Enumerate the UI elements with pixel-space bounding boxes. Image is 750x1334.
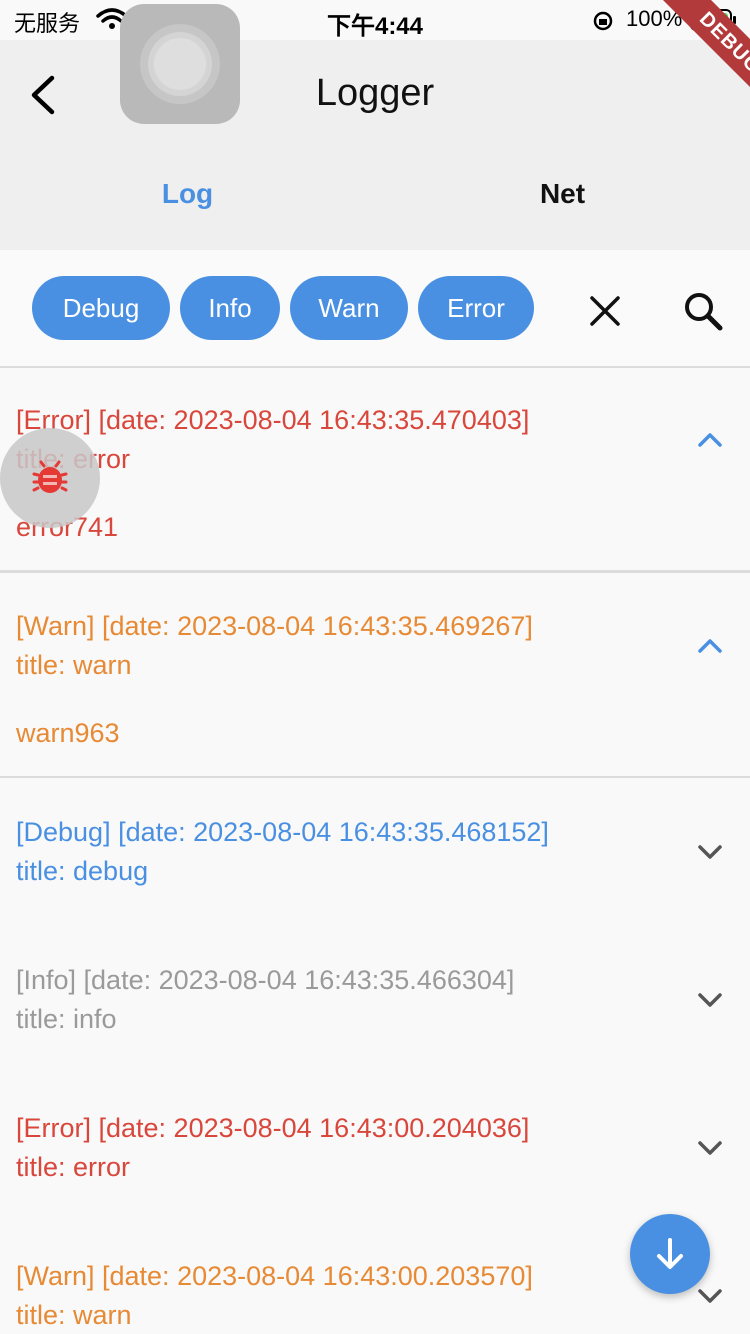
page-title: Logger bbox=[315, 72, 435, 114]
log-entry[interactable]: [Info] [date: 2023-08-04 16:43:35.466304… bbox=[0, 960, 750, 1060]
chevron-down-icon[interactable] bbox=[692, 1278, 728, 1314]
log-header: [Error] [date: 2023-08-04 16:43:35.47040… bbox=[16, 405, 530, 435]
log-header: [Debug] [date: 2023-08-04 16:43:35.46815… bbox=[16, 817, 549, 847]
scroll-to-bottom-button[interactable] bbox=[630, 1214, 710, 1294]
filter-chip-debug[interactable]: Debug bbox=[32, 276, 170, 340]
orientation-lock-icon bbox=[593, 11, 613, 31]
status-bar: 无服务 下午4:44 100% bbox=[0, 0, 750, 40]
log-header: [Warn] [date: 2023-08-04 16:43:35.469267… bbox=[16, 611, 533, 641]
tab-net[interactable]: Net bbox=[375, 178, 750, 210]
divider bbox=[0, 570, 750, 573]
debug-overlay-button[interactable] bbox=[0, 428, 100, 528]
app-bar: Logger Log Net bbox=[0, 40, 750, 250]
filter-bar: Debug Info Warn Error bbox=[0, 250, 750, 368]
assistive-ring-inner bbox=[154, 38, 206, 90]
log-entry[interactable]: [Warn] [date: 2023-08-04 16:43:35.469267… bbox=[0, 606, 750, 776]
log-header: [Error] [date: 2023-08-04 16:43:00.20403… bbox=[16, 1113, 530, 1143]
log-header: [Info] [date: 2023-08-04 16:43:35.466304… bbox=[16, 965, 515, 995]
log-title: title: error bbox=[16, 1152, 131, 1182]
tab-log[interactable]: Log bbox=[0, 178, 375, 210]
chevron-down-icon[interactable] bbox=[692, 834, 728, 870]
log-title: title: warn bbox=[16, 650, 132, 680]
chevron-up-icon[interactable] bbox=[692, 628, 728, 664]
chevron-up-icon[interactable] bbox=[692, 422, 728, 458]
divider bbox=[0, 776, 750, 778]
search-icon[interactable] bbox=[680, 288, 726, 334]
log-header: [Warn] [date: 2023-08-04 16:43:00.203570… bbox=[16, 1261, 533, 1291]
chevron-down-icon[interactable] bbox=[692, 982, 728, 1018]
bug-icon bbox=[32, 460, 68, 493]
arrow-down-icon bbox=[657, 1238, 683, 1269]
log-title: title: warn bbox=[16, 1300, 132, 1330]
log-title: title: debug bbox=[16, 856, 149, 886]
close-icon[interactable] bbox=[582, 288, 628, 334]
filter-chip-error[interactable]: Error bbox=[418, 276, 534, 340]
log-title: title: info bbox=[16, 1004, 117, 1034]
filter-chip-info[interactable]: Info bbox=[180, 276, 280, 340]
chevron-down-icon[interactable] bbox=[692, 1130, 728, 1166]
log-message: warn963 bbox=[16, 718, 120, 748]
assistive-touch-button[interactable] bbox=[120, 4, 240, 124]
log-entry[interactable]: [Error] [date: 2023-08-04 16:43:35.47040… bbox=[0, 400, 750, 570]
log-entry[interactable]: [Debug] [date: 2023-08-04 16:43:35.46815… bbox=[0, 812, 750, 912]
log-entry[interactable]: [Error] [date: 2023-08-04 16:43:00.20403… bbox=[0, 1108, 750, 1208]
filter-chip-warn[interactable]: Warn bbox=[290, 276, 408, 340]
